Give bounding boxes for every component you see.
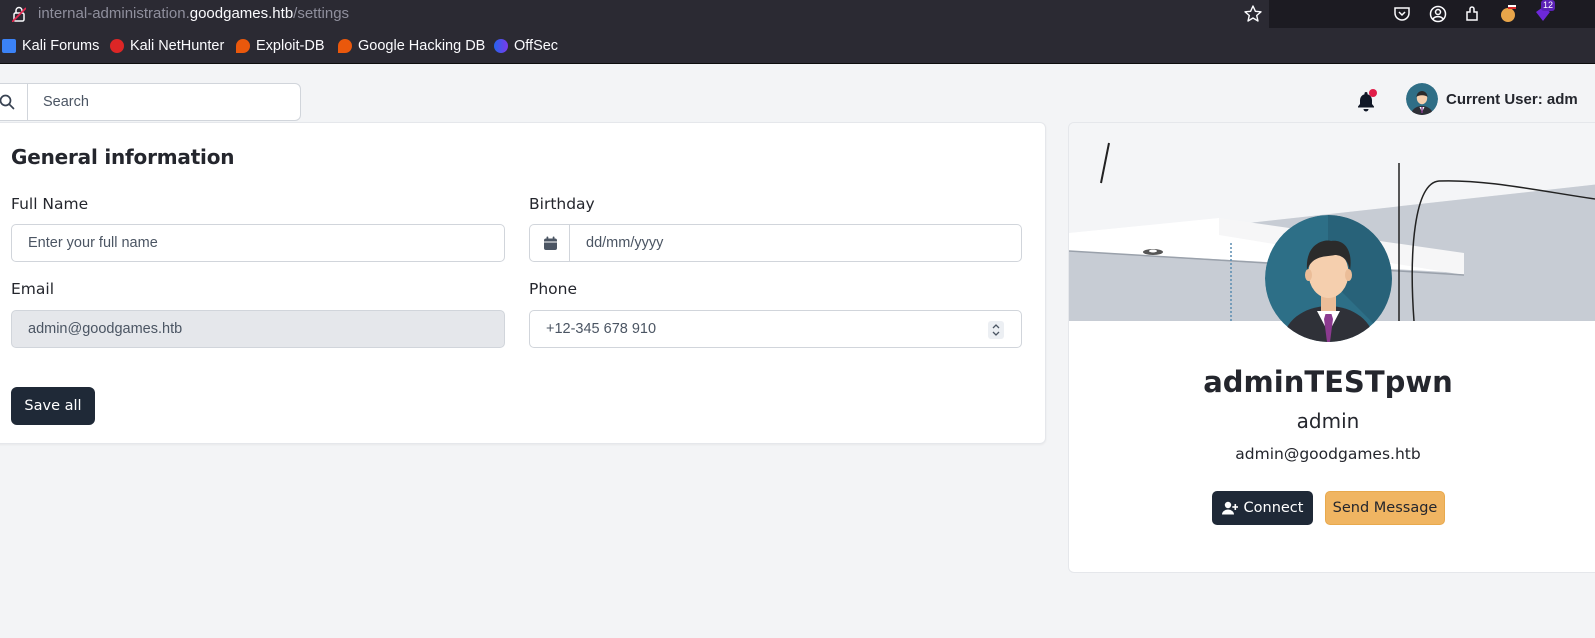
bookmark-label: Exploit-DB [256, 38, 325, 54]
offsec-icon [494, 39, 508, 53]
kali-forums-icon [2, 39, 16, 53]
profile-avatar [1265, 215, 1392, 342]
phone-stepper[interactable] [988, 321, 1004, 339]
extension-badge-count: 12 [1541, 0, 1555, 11]
account-icon[interactable] [1428, 4, 1448, 24]
save-all-button[interactable]: Save all [11, 387, 95, 425]
bookmark-google-hacking-db[interactable]: Google Hacking DB [338, 38, 485, 54]
url-bar[interactable]: internal-administration.goodgames.htb/se… [0, 0, 1269, 28]
browser-toolbar: internal-administration.goodgames.htb/se… [0, 0, 1595, 28]
bookmark-kali-nethunter[interactable]: Kali NetHunter [110, 38, 224, 54]
notification-dot [1369, 89, 1377, 97]
phone-input[interactable] [529, 310, 1022, 348]
calendar-addon[interactable] [529, 224, 570, 262]
pocket-icon[interactable] [1392, 4, 1412, 24]
exploit-db-icon [236, 39, 250, 53]
send-message-button[interactable]: Send Message [1325, 491, 1445, 525]
bookmarks-bar: Kali Forums Kali NetHunter Exploit-DB Go… [0, 28, 1595, 64]
google-hacking-db-icon [338, 39, 352, 53]
stepper-arrows-icon [992, 324, 1000, 336]
search-divider [27, 84, 28, 120]
search-icon[interactable] [0, 94, 15, 110]
profile-card: adminTESTpwn admin admin@goodgames.htb C… [1068, 122, 1595, 573]
bookmark-label: OffSec [514, 38, 559, 54]
bookmark-kali-forums[interactable]: Kali Forums [2, 38, 99, 54]
general-information-card: General information Full Name Birthday E… [0, 122, 1046, 444]
section-title: General information [11, 145, 235, 169]
bookmark-label: Google Hacking DB [358, 38, 486, 54]
birthday-input[interactable] [569, 224, 1022, 262]
email-label: Email [11, 280, 55, 298]
phone-label: Phone [529, 280, 578, 298]
profile-name: adminTESTpwn [1203, 365, 1453, 399]
connect-button[interactable]: Connect [1212, 491, 1313, 525]
birthday-label: Birthday [529, 195, 595, 213]
bookmark-label: Kali NetHunter [130, 38, 225, 54]
kali-nethunter-icon [110, 39, 124, 53]
profile-role: admin [1296, 409, 1360, 433]
bookmark-offsec[interactable]: OffSec [494, 38, 558, 54]
extensions-icon[interactable] [1463, 4, 1483, 24]
avatar[interactable] [1406, 83, 1438, 115]
profile-email: admin@goodgames.htb [1235, 445, 1421, 463]
full-name-input[interactable] [11, 224, 505, 262]
extension-cookie-icon[interactable] [1498, 4, 1518, 24]
url-text: internal-administration.goodgames.htb/se… [38, 5, 350, 22]
add-user-icon [1221, 501, 1238, 515]
calendar-icon [544, 236, 557, 250]
lock-icon [12, 6, 26, 22]
email-input [11, 310, 505, 348]
current-user-label: Current User: adm [1446, 91, 1578, 108]
bookmark-exploit-db[interactable]: Exploit-DB [236, 38, 325, 54]
bookmark-star-icon[interactable] [1243, 4, 1263, 24]
full-name-label: Full Name [11, 195, 89, 213]
connect-label: Connect [1243, 500, 1304, 516]
bookmark-label: Kali Forums [22, 38, 100, 54]
search-box [0, 83, 301, 121]
search-input[interactable] [29, 85, 294, 119]
